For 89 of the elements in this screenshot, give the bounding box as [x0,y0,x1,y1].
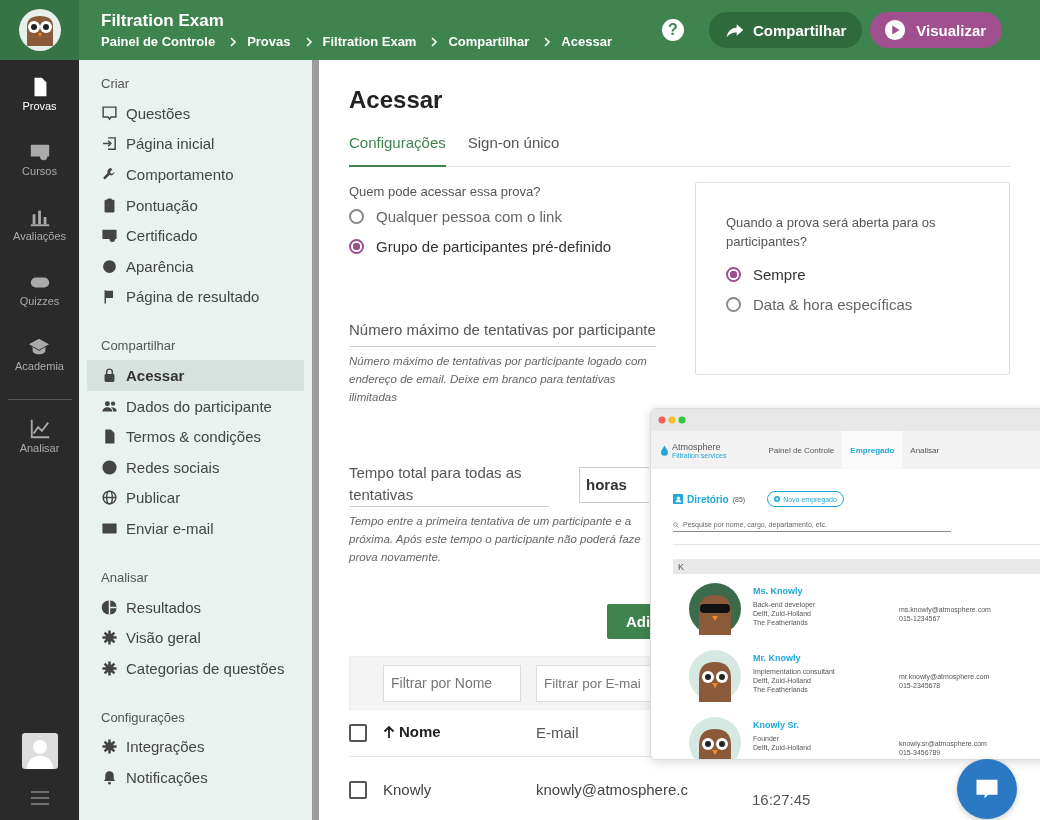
rail-item[interactable]: Analisar [19,418,60,483]
share-button[interactable]: Compartilhar [709,12,863,48]
radio-option[interactable]: Qualquer pessoa com o link [349,201,660,231]
plus-icon [774,496,781,502]
rail-item[interactable]: Avaliações [13,206,66,271]
checkbox[interactable] [349,780,367,799]
bell-icon [101,768,118,786]
radio-option[interactable]: Data & hora específicas [726,289,979,319]
directory-title: Diretório [687,493,729,505]
breadcrumb-link[interactable]: Filtration Exam [322,34,417,49]
avatar-icon[interactable] [21,733,58,769]
breadcrumb-link[interactable]: Painel de Controle [101,34,216,49]
sidebar-item[interactable]: Página inicial [87,128,304,160]
sidebar-item[interactable]: Dados do participante [87,390,304,422]
sidebar-item[interactable]: Página de resultado [87,281,304,313]
sidebar-item[interactable]: Termos & condições [87,421,304,452]
owl-avatar-drawing [689,650,741,702]
globe-icon [101,489,118,507]
breadcrumb-link[interactable]: Provas [247,34,291,49]
breadcrumb-link[interactable]: Compartilhar [448,34,530,49]
radio-option[interactable]: Grupo de participantes pré-definido [349,231,660,261]
section-title: Analisar [100,568,149,587]
rail-item[interactable]: Quizzes [19,271,60,336]
menu-icon[interactable] [29,791,50,805]
chevron-icon [229,36,238,47]
field-hint: Número máximo de tentativas por participante logado com endereço de email. Deixe em branco para tentativas ilimitadas [349,354,648,405]
sidebar-item[interactable]: Certificado [87,220,304,251]
section-title: Criar [100,75,131,93]
enter-arrow-icon [101,135,118,153]
sidebar-item[interactable]: Redes sociais [87,451,304,483]
sidebar-item[interactable]: Resultados [87,591,304,623]
question-label: Quando a prova será aberta para os participantes? [726,214,937,251]
section-title: Compartilhar [100,337,177,356]
rail-item[interactable]: Provas [22,76,57,141]
nav-tab[interactable]: Painel de Controle [760,431,843,469]
sort-arrow-icon [383,724,395,739]
scrollbar[interactable] [312,60,319,820]
breadcrumb-link[interactable]: Acessar [561,34,612,49]
help-button[interactable]: ? [662,19,684,41]
search-icon [673,521,679,528]
chevron-icon [430,36,439,47]
sidebar-item[interactable]: Notificações [87,762,304,793]
sidebar-item[interactable]: Publicar [87,482,304,514]
filter-field[interactable]: Filtrar por E-mai [536,664,650,702]
sidebar-item[interactable]: Enviar e-mail [87,513,304,544]
sidebar-item[interactable]: Questões [87,98,304,129]
total-time-field[interactable]: Tempo total para todas as tentativas [349,462,549,507]
table-cell-text: 16:27:45 [752,790,811,808]
filter-field[interactable]: Filtrar por Nome [383,664,521,702]
preview-button[interactable]: Visualizar [870,12,1003,48]
column-header[interactable]: Nome [383,723,441,741]
sidebar-item[interactable]: Acessar [87,360,304,391]
sidebar-item[interactable]: Visão geral [87,622,304,653]
play-icon [884,19,907,41]
rail-item[interactable]: Academia [15,336,64,401]
nav-tab[interactable]: Analisar [902,431,948,469]
field-hint: Tempo entre a primeira tentativa de um participante e a próxima. Após este tempo o participante não poderá faze prova novamente. [349,514,642,565]
sidebar-item[interactable]: Categorias de questões [87,652,304,684]
circle-icon [101,458,118,476]
question-label: Quem pode acessar essa prova? [349,183,542,201]
rail-item[interactable]: Cursos [22,141,57,206]
column-header[interactable]: E-mail [536,724,579,741]
chevron-icon [543,36,552,47]
contact-card-icon [673,494,683,504]
droplet-icon [661,444,668,456]
sidebar-item[interactable]: Pontuação [87,189,304,221]
page-title: Acessar [349,86,444,114]
tab[interactable]: Configurações [349,134,446,167]
message-box-icon [101,104,118,122]
group-header: K [673,559,1040,574]
section-title: Configurações [100,708,186,727]
exam-title: Filtration Exam [101,11,225,31]
tab[interactable]: Sign-on único [467,134,560,167]
pie-chart-icon [101,598,118,616]
owl-avatar-drawing [689,583,741,635]
unit-select[interactable]: horas [579,466,649,503]
checkbox[interactable] [349,724,367,742]
brand-name: Atmosphere [672,441,722,452]
max-attempts-field[interactable]: Número máximo de tentativas por participante [349,321,656,347]
sidebar-item[interactable]: Aparência [87,250,304,282]
sidebar-item[interactable]: Integrações [87,731,304,763]
owl-logo-drawing [17,8,62,52]
radio-option[interactable]: Sempre [726,259,979,289]
chevron-icon [304,36,313,47]
table-cell-text: knowly@atmosphere.c [536,781,689,798]
line-chart-icon [28,418,51,440]
add-button[interactable]: Adi [607,604,650,639]
table-cell-text: Knowly [383,781,433,798]
sidebar-item[interactable]: Comportamento [87,159,304,190]
